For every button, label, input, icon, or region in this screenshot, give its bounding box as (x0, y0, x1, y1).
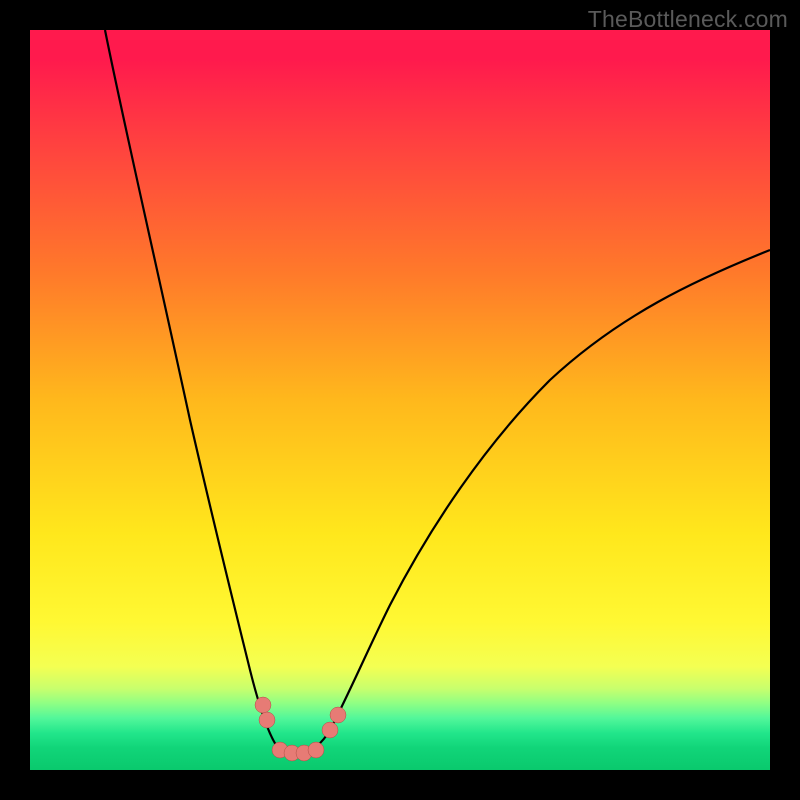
marker-bottom-4 (308, 742, 324, 758)
marker-right-lower (322, 722, 338, 738)
curve-right-branch (300, 250, 770, 752)
curve-left-branch (105, 30, 300, 753)
marker-left-upper (255, 697, 271, 713)
chart-plot-area (30, 30, 770, 770)
marker-left-lower (259, 712, 275, 728)
bottleneck-curve-svg (30, 30, 770, 770)
watermark-text: TheBottleneck.com (588, 6, 788, 33)
marker-right-upper (330, 707, 346, 723)
